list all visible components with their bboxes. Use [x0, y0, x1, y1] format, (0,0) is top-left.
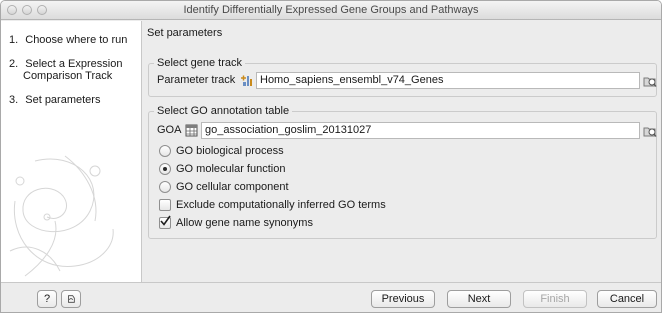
- radio-button[interactable]: [159, 145, 171, 157]
- go-cellular-component-radio[interactable]: GO cellular component: [159, 180, 289, 194]
- previous-button[interactable]: Previous: [371, 290, 435, 308]
- cancel-button[interactable]: Cancel: [597, 290, 657, 308]
- step-number: 3.: [9, 94, 19, 106]
- dialog-window: Identify Differentially Expressed Gene G…: [0, 0, 662, 313]
- step-label: Select a Expression: [25, 58, 123, 70]
- wizard-step-3: 3. Set parameters: [9, 94, 100, 106]
- step-number: 2.: [9, 58, 19, 70]
- group-title: Select GO annotation table: [154, 105, 293, 117]
- wizard-steps-sidebar: 1. Choose where to run 2. Select a Expre…: [1, 21, 142, 282]
- checkmark-icon: [160, 215, 171, 226]
- radio-label: GO molecular function: [176, 163, 286, 175]
- window-title: Identify Differentially Expressed Gene G…: [183, 4, 479, 16]
- step-label-continued: Comparison Track: [23, 70, 113, 82]
- table-icon: [185, 124, 198, 137]
- wizard-step-2: 2. Select a Expression Comparison Track: [9, 58, 122, 82]
- step-label: Choose where to run: [25, 34, 128, 46]
- radio-label: GO cellular component: [176, 181, 289, 193]
- help-button[interactable]: ?: [37, 290, 57, 308]
- title-bar: Identify Differentially Expressed Gene G…: [1, 1, 661, 20]
- panel-title: Set parameters: [147, 27, 223, 39]
- gene-track-group: Select gene track Parameter track Homo_s…: [148, 57, 657, 97]
- radio-label: GO biological process: [176, 145, 284, 157]
- parameter-track-label: Parameter track: [157, 74, 236, 86]
- goa-label: GOA: [157, 124, 182, 136]
- group-title: Select gene track: [154, 57, 245, 69]
- button-bar: ? Previous Next Finish Cancel: [1, 282, 661, 312]
- track-icon: [241, 75, 252, 86]
- browse-folder-icon[interactable]: [643, 124, 657, 138]
- parameter-track-field[interactable]: Homo_sapiens_ensembl_v74_Genes: [256, 72, 640, 89]
- wizard-step-1: 1. Choose where to run: [9, 34, 127, 46]
- checkbox[interactable]: [159, 199, 171, 211]
- allow-gene-synonyms-checkbox[interactable]: Allow gene name synonyms: [159, 215, 313, 230]
- exclude-inferred-go-checkbox[interactable]: Exclude computationally inferred GO term…: [159, 198, 386, 212]
- reset-icon: [68, 295, 75, 303]
- step-label: Set parameters: [25, 94, 101, 106]
- go-biological-process-radio[interactable]: GO biological process: [159, 144, 284, 158]
- step-number: 1.: [9, 34, 19, 46]
- go-annotation-group: Select GO annotation table GOA go_associ…: [148, 105, 657, 239]
- wizard-content-panel: Set parameters Select gene track Paramet…: [143, 21, 661, 282]
- checkbox-label: Exclude computationally inferred GO term…: [176, 199, 386, 211]
- radio-button[interactable]: [159, 181, 171, 193]
- watermark-decoration-icon: [9, 155, 114, 277]
- reset-button[interactable]: [61, 290, 81, 308]
- go-molecular-function-radio[interactable]: GO molecular function: [159, 162, 285, 176]
- goa-table-field[interactable]: go_association_goslim_20131027: [201, 122, 640, 139]
- finish-button[interactable]: Finish: [523, 290, 587, 308]
- browse-folder-icon[interactable]: [643, 74, 657, 88]
- next-button[interactable]: Next: [447, 290, 511, 308]
- checkbox-checked[interactable]: [159, 215, 171, 229]
- checkbox-label: Allow gene name synonyms: [176, 217, 313, 229]
- radio-button-selected[interactable]: [159, 163, 171, 175]
